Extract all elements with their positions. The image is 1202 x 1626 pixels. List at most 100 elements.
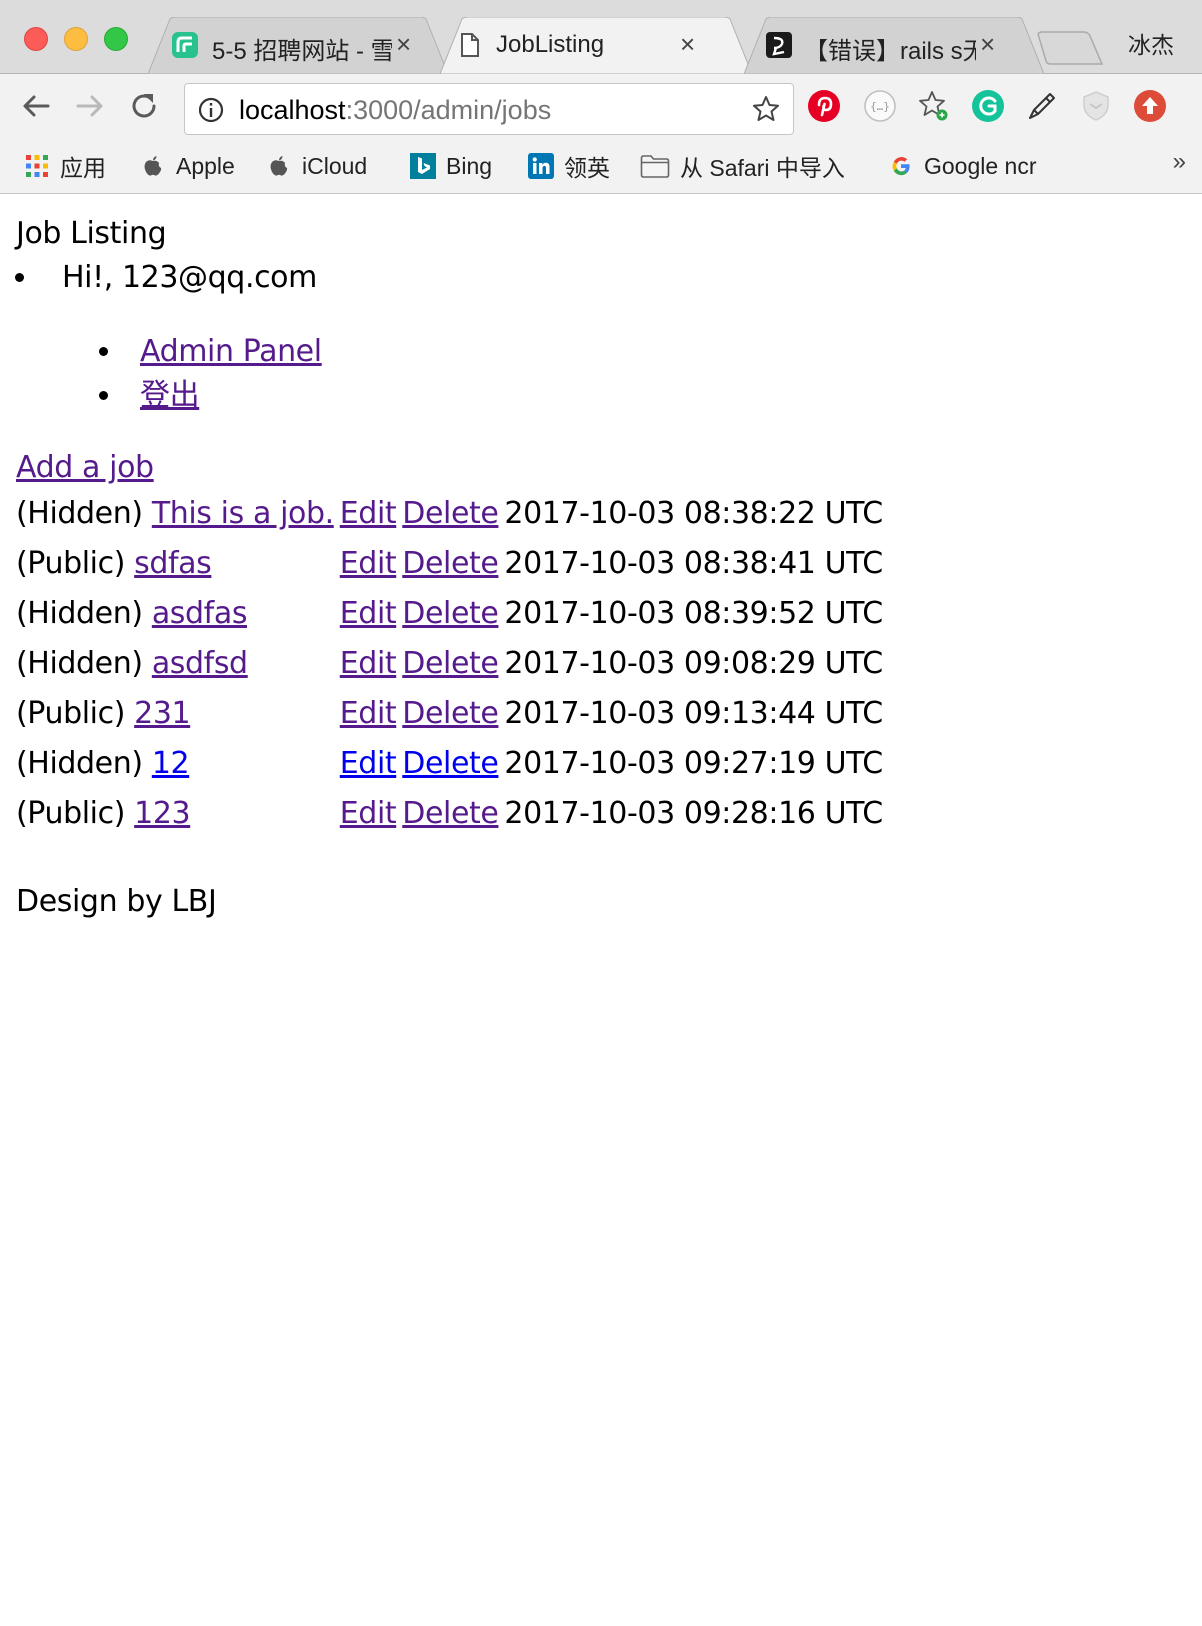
apps-grid-icon (26, 155, 48, 177)
edit-job-link[interactable]: Edit (340, 596, 397, 631)
job-cell: (Hidden) This is a job. (16, 492, 334, 536)
url-text[interactable]: localhost:3000/admin/jobs (239, 95, 551, 126)
window-minimize-button[interactable] (64, 27, 88, 51)
apple-icon (144, 156, 162, 176)
job-title-link[interactable]: 12 (152, 746, 190, 781)
star-add-icon[interactable] (916, 88, 952, 124)
forward-arrow-icon[interactable] (70, 86, 110, 126)
bookmark-icloud[interactable]: iCloud (266, 150, 367, 182)
job-title-link[interactable]: This is a job. (152, 496, 334, 531)
job-title-link[interactable]: asdfas (152, 596, 248, 631)
add-job-link[interactable]: Add a job (16, 446, 154, 490)
bookmark-safari-import[interactable]: 从 Safari 中导入 (640, 150, 845, 182)
tab-title: 5-5 招聘网站 - 雪 (212, 38, 392, 65)
bookmark-google-ncr[interactable]: Google ncr (888, 150, 1037, 182)
jobs-table: (Hidden) This is a job. Edit Delete 2017-10… (10, 486, 889, 842)
job-status: (Public) (16, 696, 125, 731)
delete-cell: Delete (402, 542, 499, 586)
edit-cell: Edit (340, 542, 397, 586)
pen-tool-icon[interactable] (1024, 88, 1060, 124)
bookmark-label: 领英 (564, 155, 610, 181)
edit-job-link[interactable]: Edit (340, 646, 397, 681)
table-row: (Public) sdfas Edit Delete 2017-10-03 08:38… (16, 542, 883, 586)
delete-cell: Delete (402, 492, 499, 536)
delete-job-link[interactable]: Delete (402, 646, 499, 681)
job-title-link[interactable]: 123 (134, 796, 190, 831)
grammarly-icon[interactable] (970, 88, 1006, 124)
user-menu: Hi!, 123@qq.com Admin Panel 登出 (40, 256, 1186, 418)
page-icon (461, 33, 479, 57)
job-title-link[interactable]: asdfsd (152, 646, 248, 681)
delete-job-link[interactable]: Delete (402, 796, 499, 831)
bookmark-label: 从 Safari 中导入 (680, 155, 845, 181)
reload-icon[interactable] (124, 86, 164, 126)
table-row: (Public) 123 Edit Delete 2017-10-03 09:28:1… (16, 792, 883, 836)
address-bar[interactable]: localhost:3000/admin/jobs (184, 83, 794, 135)
job-status: (Hidden) (16, 496, 143, 531)
black-logo-icon (766, 32, 792, 58)
profile-name[interactable]: 冰杰 (1128, 26, 1174, 60)
edit-job-link[interactable]: Edit (340, 696, 397, 731)
delete-cell: Delete (402, 642, 499, 686)
tab-close-icon[interactable]: × (680, 29, 695, 60)
browser-tab[interactable]: 5-5 招聘网站 - 雪 × (148, 17, 448, 74)
table-row: (Hidden) This is a job. Edit Delete 2017-10… (16, 492, 883, 536)
job-created-at: 2017-10-03 08:38:22 UTC (504, 496, 883, 531)
linkedin-icon (528, 153, 554, 179)
window-maximize-button[interactable] (104, 27, 128, 51)
browser-tab-active[interactable]: JobListing × (440, 17, 752, 74)
logout-link[interactable]: 登出 (140, 378, 200, 413)
edit-cell: Edit (340, 642, 397, 686)
bookmark-apple[interactable]: Apple (140, 150, 235, 182)
edit-job-link[interactable]: Edit (340, 796, 397, 831)
user-greeting: Hi!, 123@qq.com (62, 260, 317, 295)
table-row: (Public) 231 Edit Delete 2017-10-03 09:13:4… (16, 692, 883, 736)
job-cell: (Hidden) 12 (16, 742, 334, 786)
folder-icon (640, 155, 670, 178)
browser-tab[interactable]: 【错误】rails s无 × (744, 17, 1044, 74)
job-title-link[interactable]: 231 (134, 696, 190, 731)
new-tab-button[interactable] (1036, 30, 1106, 66)
delete-job-link[interactable]: Delete (402, 496, 499, 531)
job-created-at: 2017-10-03 08:38:41 UTC (504, 546, 883, 581)
delete-cell: Delete (402, 692, 499, 736)
bookmark-apps[interactable]: 应用 (24, 150, 106, 182)
job-cell: (Hidden) asdfas (16, 592, 334, 636)
user-greeting-item: Hi!, 123@qq.com Admin Panel 登出 (40, 256, 1186, 418)
edit-job-link[interactable]: Edit (340, 496, 397, 531)
admin-links: Admin Panel 登出 (124, 330, 1186, 418)
admin-panel-link[interactable]: Admin Panel (140, 334, 322, 369)
edit-job-link[interactable]: Edit (340, 746, 397, 781)
jobs-table-body: (Hidden) This is a job. Edit Delete 2017-10… (16, 492, 883, 836)
bookmarks-bar: 应用 Apple iCloud Bing 领英 从 Safari 中导入 Goo… (0, 138, 1202, 194)
edit-cell: Edit (340, 592, 397, 636)
job-cell: (Public) sdfas (16, 542, 334, 586)
tab-close-icon[interactable]: × (396, 29, 411, 60)
tab-close-icon[interactable]: × (980, 29, 995, 60)
table-row: (Hidden) asdfsd Edit Delete 2017-10-03 09:0… (16, 642, 883, 686)
bookmark-linkedin[interactable]: 领英 (528, 150, 610, 182)
bookmark-label: Apple (176, 152, 235, 179)
delete-cell: Delete (402, 592, 499, 636)
delete-job-link[interactable]: Delete (402, 596, 499, 631)
job-status: (Public) (16, 546, 125, 581)
admin-panel-item: Admin Panel (124, 330, 1186, 374)
tab-strip: 5-5 招聘网站 - 雪 × JobListing × 【错误】rails s无… (0, 0, 1202, 74)
bookmark-bing[interactable]: Bing (410, 150, 492, 182)
job-created-at: 2017-10-03 09:08:29 UTC (504, 646, 883, 681)
json-viewer-icon[interactable]: {…} (862, 88, 898, 124)
bookmark-star-icon[interactable] (751, 94, 781, 124)
upload-arrow-icon[interactable] (1132, 88, 1168, 124)
window-close-button[interactable] (24, 27, 48, 51)
delete-job-link[interactable]: Delete (402, 696, 499, 731)
delete-job-link[interactable]: Delete (402, 546, 499, 581)
edit-job-link[interactable]: Edit (340, 546, 397, 581)
job-status: (Hidden) (16, 646, 143, 681)
pinterest-icon[interactable] (806, 88, 842, 124)
bookmarks-overflow-button[interactable]: » (1173, 148, 1186, 176)
shield-icon[interactable] (1078, 88, 1114, 124)
info-icon[interactable] (197, 96, 225, 124)
job-title-link[interactable]: sdfas (134, 546, 212, 581)
delete-job-link[interactable]: Delete (402, 746, 499, 781)
back-arrow-icon[interactable] (16, 86, 56, 126)
